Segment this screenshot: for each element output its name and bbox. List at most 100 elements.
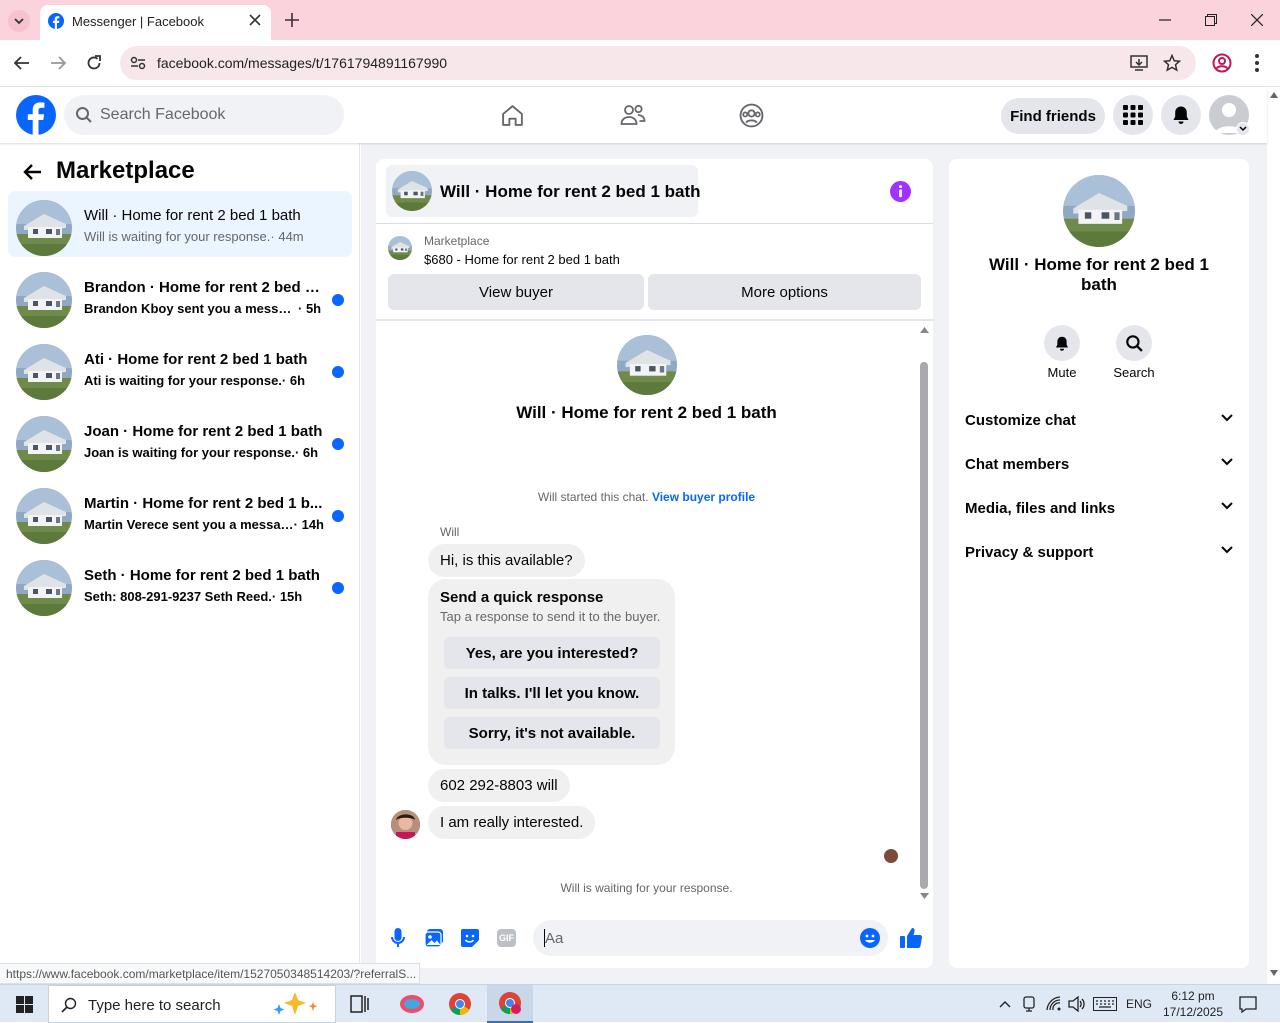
facebook-search-box[interactable]: Search Facebook — [64, 95, 344, 135]
privacy-support-section[interactable]: Privacy & support — [965, 544, 1233, 564]
microphone-icon[interactable] — [391, 928, 405, 948]
browser-tab-messenger[interactable]: Messenger | Facebook — [40, 5, 271, 40]
quick-response-subtitle: Tap a response to send it to the buyer. — [440, 609, 661, 624]
quick-reply-label: Sorry, it's not available. — [468, 724, 636, 742]
address-bar[interactable]: facebook.com/messages/t/1761794891167990 — [120, 46, 1196, 80]
customize-chat-section[interactable]: Customize chat — [965, 412, 1233, 432]
conversation-item[interactable]: Will · Home for rent 2 bed 1 bath Will is… — [8, 191, 352, 257]
conversation-item[interactable]: Joan · Home for rent 2 bed 1 bath Joan is… — [8, 407, 352, 473]
install-app-icon[interactable] — [1130, 55, 1148, 71]
network-icon[interactable] — [1046, 996, 1062, 1012]
quick-reply-button[interactable]: Yes, are you interested? — [444, 637, 660, 669]
gif-icon[interactable]: GIF — [497, 929, 516, 947]
scroll-up-arrow-icon[interactable] — [1270, 92, 1278, 98]
message-input-placeholder: Aa — [545, 930, 564, 947]
page-scrollbar[interactable] — [1267, 87, 1280, 984]
bookmark-star-icon[interactable] — [1163, 54, 1181, 72]
listing-thumbnail — [388, 236, 412, 260]
task-view-icon[interactable] — [350, 995, 369, 1013]
unread-dot — [332, 294, 344, 306]
mute-button[interactable] — [1044, 325, 1080, 361]
keyboard-icon[interactable] — [1093, 997, 1117, 1011]
clock[interactable]: 6:12 pm 17/12/2025 — [1158, 988, 1228, 1020]
conversation-time: · 15h — [271, 589, 303, 604]
conversation-item[interactable]: Seth · Home for rent 2 bed 1 bath Seth: 8… — [8, 551, 352, 617]
conversation-title: Will · Home for rent 2 bed 1 bath — [84, 207, 301, 224]
scroll-down-arrow-icon[interactable] — [1270, 970, 1278, 976]
profile-icon[interactable] — [1212, 53, 1232, 73]
back-arrow-icon[interactable] — [22, 163, 42, 181]
chat-header-title-button[interactable]: Will · Home for rent 2 bed 1 bath — [386, 165, 701, 217]
more-options-label: More options — [741, 283, 828, 301]
photo-icon[interactable] — [424, 928, 444, 948]
media-files-links-section[interactable]: Media, files and links — [965, 500, 1233, 520]
emoji-icon[interactable] — [860, 928, 880, 948]
more-options-button[interactable]: More options — [648, 274, 921, 310]
language-indicator[interactable]: ENG — [1126, 997, 1152, 1011]
conversation-preview: Joan is waiting for your response. · 6h — [84, 445, 324, 460]
taskbar-app-snipping[interactable] — [389, 985, 435, 1023]
windows-start-icon[interactable] — [16, 996, 33, 1013]
close-tab-icon[interactable] — [249, 14, 261, 26]
conversation-last-message: Seth: 808-291-9237 Seth Reed. — [84, 589, 272, 604]
chevron-down-icon — [1221, 546, 1233, 554]
sticker-icon[interactable] — [460, 928, 480, 948]
show-hidden-icons-icon[interactable] — [999, 1000, 1011, 1008]
volume-icon[interactable] — [1068, 996, 1085, 1012]
bell-icon — [1056, 336, 1068, 351]
scroll-down-arrow-icon[interactable] — [920, 893, 929, 899]
quick-reply-button[interactable]: In talks. I'll let you know. — [444, 677, 660, 709]
chat-scroll-thumb[interactable] — [920, 362, 928, 889]
quick-reply-button[interactable]: Sorry, it's not available. — [444, 717, 660, 749]
tab-list-button[interactable] — [8, 10, 30, 32]
conversation-thumbnail — [16, 272, 72, 328]
find-friends-button[interactable]: Find friends — [1001, 98, 1105, 134]
meet-now-icon[interactable] — [1022, 996, 1036, 1012]
home-icon[interactable] — [500, 103, 525, 128]
reload-icon[interactable] — [86, 55, 102, 71]
account-chevron-badge[interactable] — [1236, 122, 1250, 136]
new-tab-icon[interactable] — [285, 13, 299, 27]
message-bubble[interactable]: I am really interested. — [428, 806, 596, 839]
section-label: Chat members — [965, 456, 1070, 473]
message-bubble[interactable]: Hi, is this available? — [428, 544, 585, 577]
search-conversation-button[interactable] — [1116, 325, 1152, 361]
taskbar-app-chrome-active[interactable] — [487, 985, 533, 1023]
restore-icon[interactable] — [1205, 14, 1217, 26]
conversation-item[interactable]: Martin · Home for rent 2 bed 1 b... Marti… — [8, 479, 352, 545]
message-input[interactable]: Aa — [533, 920, 888, 956]
conversation-item[interactable]: Brandon · Home for rent 2 bed 1 ... Brand… — [8, 263, 352, 329]
forward-arrow-icon[interactable] — [50, 56, 66, 70]
site-settings-icon[interactable] — [130, 56, 146, 70]
close-window-icon[interactable] — [1251, 14, 1263, 26]
friends-icon[interactable] — [620, 103, 646, 127]
thumbs-up-icon[interactable] — [900, 927, 922, 949]
notifications-button[interactable] — [1161, 95, 1201, 135]
taskbar-search-box[interactable]: Type here to search — [48, 985, 336, 1023]
scroll-up-arrow-icon[interactable] — [920, 327, 929, 333]
conversation-thumbnail — [16, 344, 72, 400]
search-icon — [61, 997, 77, 1013]
browser-menu-icon[interactable] — [1255, 54, 1259, 72]
info-name: Will · Home for rent 2 bed 1 bath — [989, 255, 1209, 294]
message-bubble[interactable]: 602 292-8803 will — [428, 769, 570, 802]
conversation-thumbnail — [16, 488, 72, 544]
minimize-icon[interactable] — [1159, 19, 1171, 21]
chat-scrollbar[interactable] — [917, 324, 933, 899]
conversation-preview: Will is waiting for your response. · 44m — [84, 229, 324, 244]
conversation-preview: Ati is waiting for your response. · 6h — [84, 373, 324, 388]
facebook-logo-icon[interactable] — [16, 95, 56, 135]
view-buyer-button[interactable]: View buyer — [388, 274, 644, 310]
conversation-thumbnail — [16, 560, 72, 616]
notification-center-icon[interactable] — [1239, 996, 1257, 1013]
conversation-item[interactable]: Ati · Home for rent 2 bed 1 bath Ati is w… — [8, 335, 352, 401]
info-icon[interactable] — [890, 181, 911, 202]
chat-header-title: Will · Home for rent 2 bed 1 bath — [440, 182, 701, 201]
chat-members-section[interactable]: Chat members — [965, 456, 1233, 476]
groups-icon[interactable] — [739, 103, 764, 128]
taskbar-app-chrome[interactable] — [437, 985, 483, 1023]
sender-name: Will — [440, 525, 460, 539]
view-buyer-profile-link[interactable]: View buyer profile — [652, 490, 755, 504]
menu-grid-button[interactable] — [1113, 95, 1153, 135]
back-arrow-icon[interactable] — [14, 56, 30, 70]
